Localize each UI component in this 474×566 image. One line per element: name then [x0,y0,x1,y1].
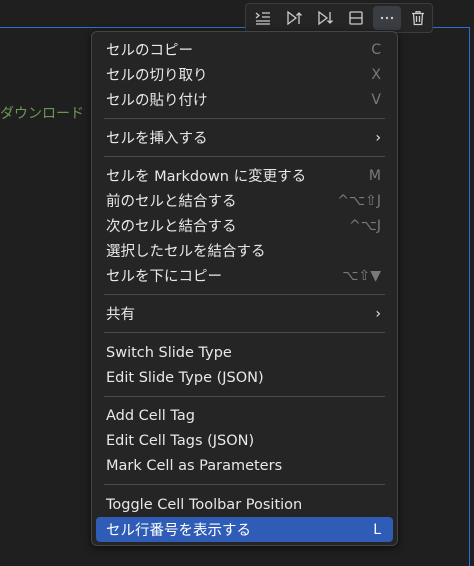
shortcut-label: M [368,167,381,184]
menu-item-label: 選択したセルを結合する [106,244,266,260]
menu-separator [104,118,385,119]
menu-item-insert-cell[interactable]: セルを挿入する › [96,125,393,150]
menu-item-share[interactable]: 共有 › [96,301,393,326]
menu-item-label: セルを挿入する [106,131,208,147]
menu-item-copy-cell[interactable]: セルのコピー C [96,37,393,62]
split-cell-button[interactable] [342,6,370,30]
more-actions-button[interactable] [373,6,401,30]
menu-item-label: 共有 [106,307,135,323]
menu-item-label: Switch Slide Type [106,344,232,361]
shortcut-label: ^⌥J [349,217,381,234]
menu-item-label: セルの切り取り [106,68,208,84]
menu-item-label: セルのコピー [106,43,193,59]
menu-item-paste-cell[interactable]: セルの貼り付け V [96,87,393,112]
execute-above-button[interactable] [249,6,277,30]
menu-item-label: セルの貼り付け [106,93,208,109]
chevron-right-icon: › [375,129,381,146]
menu-separator [104,396,385,397]
delete-cell-icon [412,11,424,26]
shortcut-label: X [371,66,381,83]
menu-item-label: Edit Cell Tags (JSON) [106,432,255,449]
menu-item-merge-selected[interactable]: 選択したセルを結合する [96,238,393,263]
chevron-right-icon: › [375,305,381,322]
menu-separator [104,294,385,295]
shortcut-label: ⌥⇧▼ [342,267,381,284]
shortcut-label: C [371,41,381,58]
cell-content-text: ダウンロード [0,106,84,122]
menu-item-add-cell-tag[interactable]: Add Cell Tag [96,403,393,428]
menu-item-label: Mark Cell as Parameters [106,457,283,474]
menu-item-label: セルを下にコピー [106,269,222,285]
more-actions-icon [380,16,394,20]
menu-item-edit-cell-tags[interactable]: Edit Cell Tags (JSON) [96,428,393,453]
split-cell-icon [349,11,363,25]
menu-item-edit-slide-type[interactable]: Edit Slide Type (JSON) [96,365,393,390]
execute-cell-and-below-button[interactable] [311,6,339,30]
menu-item-cut-cell[interactable]: セルの切り取り X [96,62,393,87]
execute-cell-and-above-button[interactable] [280,6,308,30]
shortcut-label: L [373,521,381,538]
delete-cell-button[interactable] [404,6,432,30]
shortcut-label: ^⌥⇧J [337,192,381,209]
menu-item-switch-slide-type[interactable]: Switch Slide Type [96,340,393,365]
menu-item-merge-with-next[interactable]: 次のセルと結合する ^⌥J [96,213,393,238]
menu-item-label: Edit Slide Type (JSON) [106,369,264,386]
menu-item-show-line-numbers[interactable]: セル行番号を表示する L [96,517,393,542]
execute-cell-and-below-icon [318,10,333,26]
menu-item-label: 次のセルと結合する [106,219,237,235]
menu-separator [104,156,385,157]
menu-item-label: セルを Markdown に変更する [106,169,307,185]
cell-context-menu: セルのコピー C セルの切り取り X セルの貼り付け V セルを挿入する › セ… [91,31,398,546]
menu-separator [104,332,385,333]
execute-above-icon [255,12,270,25]
cell-toolbar [245,3,433,33]
menu-item-label: セル行番号を表示する [106,523,251,539]
menu-item-copy-cell-down[interactable]: セルを下にコピー ⌥⇧▼ [96,263,393,288]
menu-item-label: Add Cell Tag [106,407,195,424]
menu-item-mark-as-parameters[interactable]: Mark Cell as Parameters [96,453,393,478]
menu-separator [104,484,385,485]
shortcut-label: V [371,91,381,108]
menu-item-toggle-toolbar-position[interactable]: Toggle Cell Toolbar Position [96,492,393,517]
menu-item-merge-with-previous[interactable]: 前のセルと結合する ^⌥⇧J [96,188,393,213]
menu-item-change-to-markdown[interactable]: セルを Markdown に変更する M [96,163,393,188]
menu-item-label: Toggle Cell Toolbar Position [106,496,303,513]
execute-cell-and-above-icon [287,10,302,26]
menu-item-label: 前のセルと結合する [106,194,237,210]
